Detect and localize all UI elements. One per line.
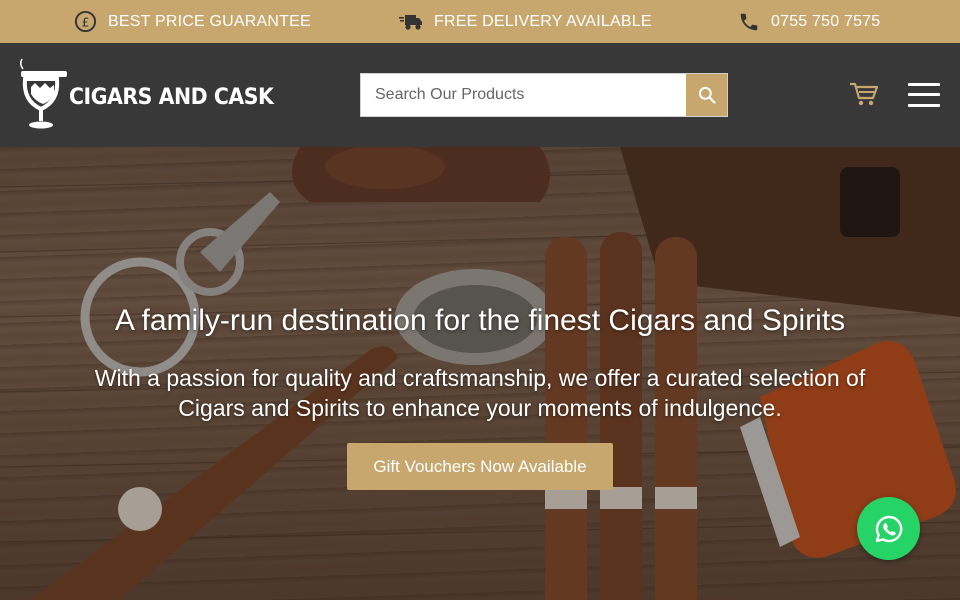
- site-logo[interactable]: CIGARS AND CASK: [17, 57, 274, 135]
- promo-bar: £ BEST PRICE GUARANTEE FREE DELIVERY AVA…: [0, 0, 960, 43]
- gift-vouchers-button[interactable]: Gift Vouchers Now Available: [347, 443, 613, 490]
- hamburger-menu-icon[interactable]: [908, 83, 940, 107]
- site-header: CIGARS AND CASK: [0, 43, 960, 147]
- guarantee-text: BEST PRICE GUARANTEE: [108, 12, 311, 30]
- logo-text: CIGARS AND CASK: [69, 85, 274, 110]
- search-input[interactable]: [361, 74, 687, 116]
- truck-icon: [399, 14, 422, 30]
- menu-line: [908, 83, 940, 86]
- cart-icon: [850, 82, 879, 106]
- menu-line: [908, 93, 940, 96]
- search-bar: [360, 73, 728, 117]
- search-icon: [698, 86, 716, 104]
- cart-button[interactable]: [849, 82, 879, 113]
- free-delivery: FREE DELIVERY AVAILABLE: [399, 0, 652, 43]
- search-button[interactable]: [686, 74, 727, 116]
- phone-icon: [740, 13, 758, 30]
- whatsapp-icon: [875, 515, 902, 542]
- whatsapp-chat-button[interactable]: [857, 497, 920, 560]
- hero-banner: A family-run destination for the finest …: [0, 147, 960, 600]
- pound-icon: £: [74, 10, 97, 33]
- hero-subtitle: With a passion for quality and craftsman…: [94, 365, 866, 421]
- best-price-guarantee: £ BEST PRICE GUARANTEE: [74, 0, 311, 43]
- delivery-text: FREE DELIVERY AVAILABLE: [434, 12, 652, 30]
- phone-number[interactable]: 0755 750 7575: [771, 13, 880, 31]
- brandy-glass-logo-icon: [19, 58, 67, 129]
- phone-contact[interactable]: 0755 750 7575: [738, 0, 880, 43]
- hero-title: A family-run destination for the finest …: [114, 304, 846, 337]
- menu-line: [908, 104, 940, 107]
- svg-text:£: £: [81, 14, 89, 29]
